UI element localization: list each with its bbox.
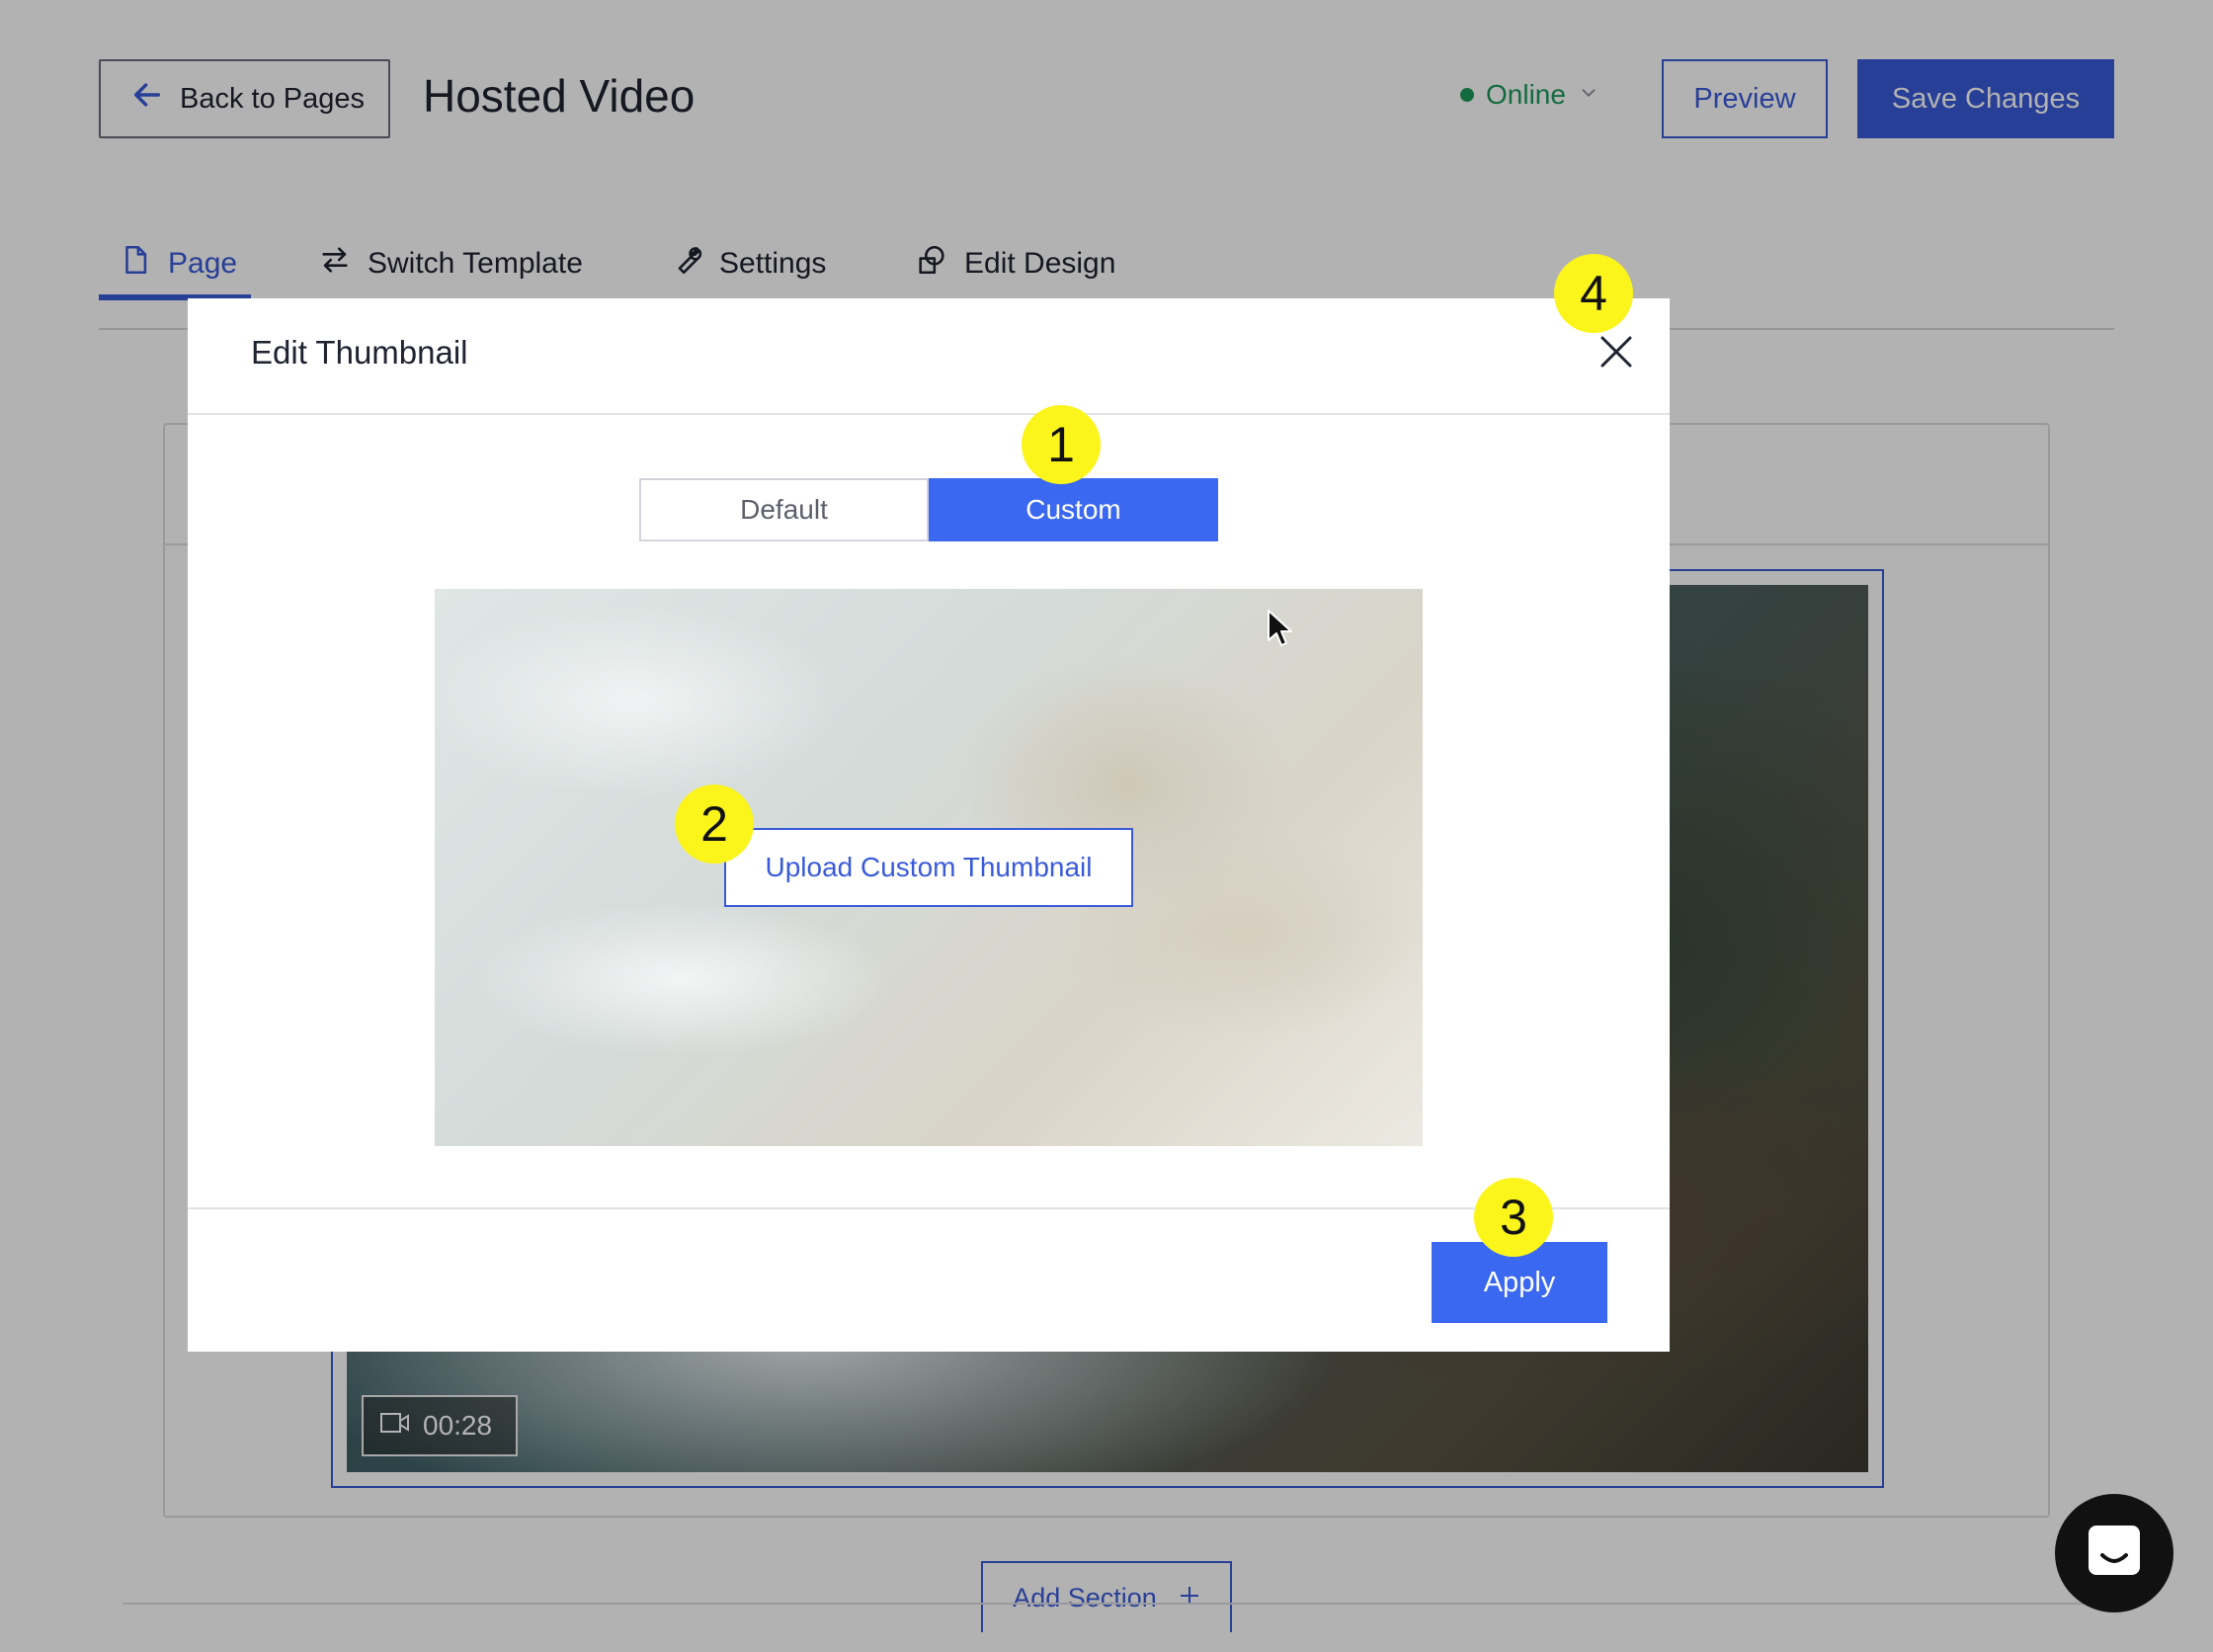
- edit-thumbnail-modal: Edit Thumbnail Default Custom Upload Cus…: [188, 298, 1670, 1352]
- callout-1: 1: [1022, 405, 1101, 484]
- close-icon: [1598, 334, 1634, 374]
- thumbnail-mode-toggle: Default Custom: [639, 478, 1218, 541]
- default-thumbnail-option[interactable]: Default: [639, 478, 929, 541]
- modal-footer-divider: [188, 1207, 1670, 1209]
- chat-icon: [2083, 1520, 2146, 1588]
- modal-title: Edit Thumbnail: [251, 334, 468, 371]
- modal-header-divider: [188, 413, 1670, 415]
- custom-thumbnail-option[interactable]: Custom: [929, 478, 1218, 541]
- thumbnail-preview: Upload Custom Thumbnail: [435, 589, 1423, 1146]
- callout-3: 3: [1474, 1178, 1553, 1257]
- callout-2: 2: [675, 785, 754, 864]
- chat-launcher-button[interactable]: [2055, 1494, 2173, 1612]
- callout-4: 4: [1554, 254, 1633, 333]
- modal-close-button[interactable]: [1595, 332, 1638, 375]
- upload-custom-thumbnail-button[interactable]: Upload Custom Thumbnail: [724, 828, 1133, 907]
- mouse-cursor-icon: [1268, 610, 1292, 646]
